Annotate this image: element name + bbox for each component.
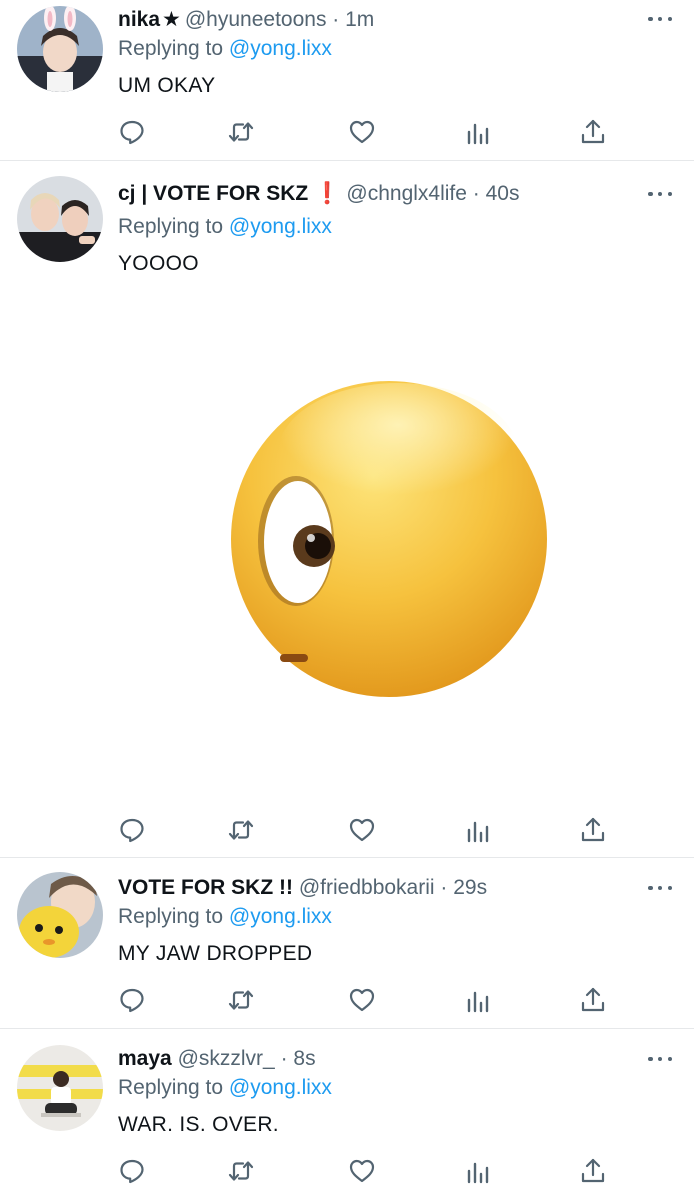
like-icon[interactable] — [347, 985, 377, 1015]
share-icon[interactable] — [578, 985, 608, 1015]
retweet-icon[interactable] — [226, 815, 256, 845]
tweet-actions — [0, 985, 694, 1019]
like-icon[interactable] — [347, 815, 377, 845]
replying-to: Replying to @yong.lixx — [118, 903, 332, 931]
display-name[interactable]: nika — [118, 8, 160, 31]
replying-prefix: Replying to — [118, 215, 229, 238]
tweet-actions — [0, 1156, 694, 1190]
more-options-icon[interactable] — [648, 1053, 672, 1065]
replying-prefix: Replying to — [118, 1076, 229, 1099]
face-with-rolling-eyes-emoji — [231, 381, 547, 697]
tweet-3[interactable]: VOTE FOR SKZ !! @friedbbokarii · 29s Rep… — [0, 858, 694, 1028]
tweet-text: UM OKAY — [118, 74, 216, 97]
replying-to-mention[interactable]: @yong.lixx — [229, 905, 332, 928]
share-icon[interactable] — [578, 815, 608, 845]
timestamp[interactable]: · 1m — [332, 8, 374, 31]
tweet-4[interactable]: maya @skzzlvr_ · 8s Replying to @yong.li… — [0, 1029, 694, 1200]
like-icon[interactable] — [347, 1156, 377, 1186]
like-icon[interactable] — [347, 117, 377, 147]
display-name[interactable]: VOTE FOR SKZ !! — [118, 876, 293, 899]
avatar[interactable] — [17, 176, 103, 262]
replying-prefix: Replying to — [118, 37, 229, 60]
display-name[interactable]: cj | VOTE FOR SKZ — [118, 182, 308, 205]
tweet-header: cj | VOTE FOR SKZ ❗ @chnglx4life · 40s — [118, 179, 519, 209]
views-icon[interactable] — [463, 1156, 493, 1186]
exclamation-badge-icon: ❗ — [314, 182, 341, 205]
tweet-header: nika★ @hyuneetoons · 1m — [118, 5, 374, 35]
tweet-1[interactable]: nika★ @hyuneetoons · 1m Replying to @yong… — [0, 0, 694, 160]
retweet-icon[interactable] — [226, 117, 256, 147]
tweet-actions — [0, 815, 694, 849]
user-handle[interactable]: @skzzlvr_ — [178, 1047, 275, 1070]
tweet-media[interactable] — [118, 283, 674, 803]
reply-icon[interactable] — [117, 117, 147, 147]
reply-icon[interactable] — [117, 985, 147, 1015]
tweet-header: VOTE FOR SKZ !! @friedbbokarii · 29s — [118, 873, 487, 903]
reply-icon[interactable] — [117, 815, 147, 845]
tweet-text: WAR. IS. OVER. — [118, 1113, 279, 1136]
star-badge-icon: ★ — [162, 8, 181, 31]
tweet-header: maya @skzzlvr_ · 8s — [118, 1044, 316, 1074]
avatar[interactable] — [17, 6, 103, 92]
replying-to-mention[interactable]: @yong.lixx — [229, 1076, 332, 1099]
views-icon[interactable] — [463, 985, 493, 1015]
user-handle[interactable]: @friedbbokarii — [299, 876, 435, 899]
reply-icon[interactable] — [117, 1156, 147, 1186]
replying-to-mention[interactable]: @yong.lixx — [229, 37, 332, 60]
timestamp[interactable]: · 40s — [473, 182, 520, 205]
timestamp[interactable]: · 29s — [440, 876, 487, 899]
more-options-icon[interactable] — [648, 188, 672, 200]
views-icon[interactable] — [463, 815, 493, 845]
replying-to-mention[interactable]: @yong.lixx — [229, 215, 332, 238]
avatar[interactable] — [17, 1045, 103, 1131]
tweet-text: YOOOO — [118, 252, 199, 275]
replying-to: Replying to @yong.lixx — [118, 213, 332, 241]
retweet-icon[interactable] — [226, 985, 256, 1015]
avatar[interactable] — [17, 872, 103, 958]
tweet-2[interactable]: cj | VOTE FOR SKZ ❗ @chnglx4life · 40s Rep… — [0, 161, 694, 857]
replying-to: Replying to @yong.lixx — [118, 35, 332, 63]
timestamp[interactable]: · 8s — [281, 1047, 316, 1070]
tweet-text: MY JAW DROPPED — [118, 942, 313, 965]
tweet-actions — [0, 117, 694, 151]
user-handle[interactable]: @hyuneetoons — [185, 8, 327, 31]
replying-to: Replying to @yong.lixx — [118, 1074, 332, 1102]
views-icon[interactable] — [463, 117, 493, 147]
replying-prefix: Replying to — [118, 905, 229, 928]
user-handle[interactable]: @chnglx4life — [346, 182, 467, 205]
share-icon[interactable] — [578, 1156, 608, 1186]
more-options-icon[interactable] — [648, 13, 672, 25]
retweet-icon[interactable] — [226, 1156, 256, 1186]
display-name[interactable]: maya — [118, 1047, 172, 1070]
share-icon[interactable] — [578, 117, 608, 147]
more-options-icon[interactable] — [648, 882, 672, 894]
